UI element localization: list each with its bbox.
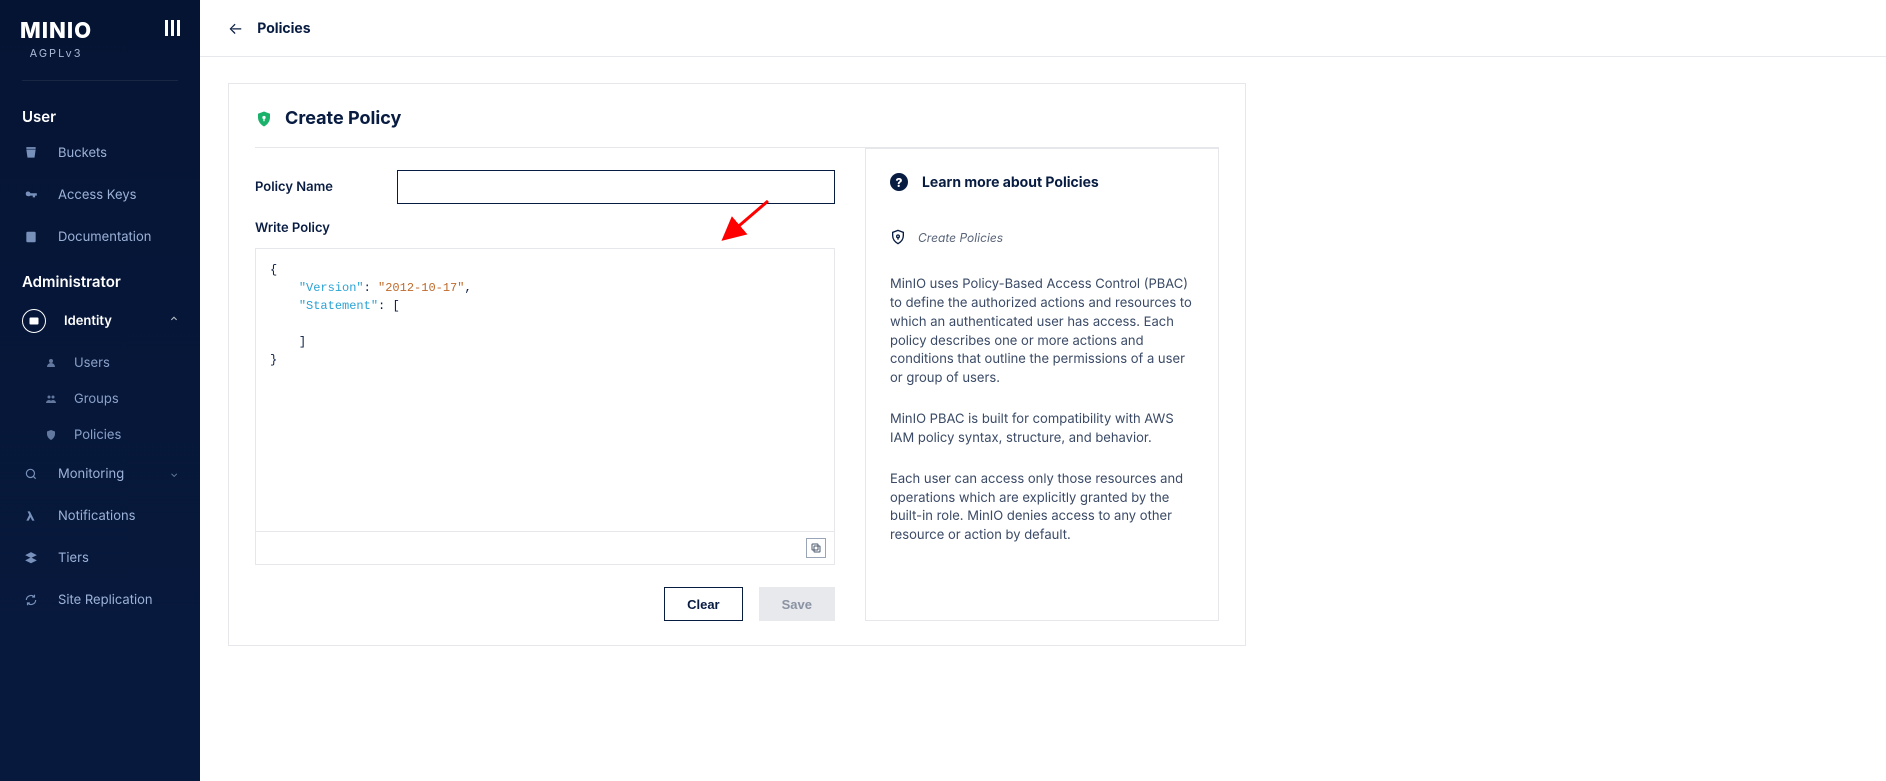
section-user-title: User [0,93,200,132]
sidebar-item-label: Notifications [58,508,136,524]
form-column: Policy Name Write Policy { "Version": "2… [255,148,835,621]
key-icon [22,186,40,204]
editor-toolbar [256,531,834,564]
user-icon [44,356,58,370]
brand: MINIO AGPLv3 [0,0,200,68]
help-icon: ? [890,173,908,191]
replication-icon [22,591,40,609]
page-title[interactable]: Policies [257,20,310,37]
sidebar-item-label: Documentation [58,229,151,245]
back-arrow-icon[interactable]: ← [228,18,243,38]
sidebar-sub-users[interactable]: Users [0,345,200,381]
sidebar-item-buckets[interactable]: Buckets [0,132,200,174]
create-policy-card: Create Policy Policy Name Write Policy {… [228,83,1246,646]
sidebar-item-label: Users [74,355,110,371]
sidebar-item-label: Tiers [58,550,89,566]
doc-icon [22,228,40,246]
brand-sub: AGPLv3 [30,46,83,60]
lambda-icon [22,507,40,525]
info-paragraph-3: Each user can access only those resource… [890,470,1194,545]
shield-sm-icon [44,428,58,442]
chevron-down-icon: ⌄ [170,468,178,480]
sidebar-item-documentation[interactable]: Documentation [0,216,200,258]
tiers-icon [22,549,40,567]
card-title: Create Policy [285,108,401,129]
policy-name-input[interactable] [397,170,835,204]
monitor-icon [22,465,40,483]
sidebar-item-tiers[interactable]: Tiers [0,537,200,579]
shield-outline-icon [890,229,906,245]
main: ← Policies Create Policy Policy Name Wri… [200,0,1886,781]
sidebar-item-monitoring[interactable]: Monitoring ⌄ [0,453,200,495]
create-policies-link[interactable]: Create Policies [918,230,1003,245]
policy-editor: { "Version": "2012-10-17", "Statement": … [255,248,835,565]
info-paragraph-1: MinIO uses Policy-Based Access Control (… [890,275,1194,388]
groups-icon [44,392,58,406]
card-header: Create Policy [255,108,1219,148]
sidebar-item-label: Site Replication [58,592,153,608]
sidebar: MINIO AGPLv3 User Buckets Access Keys Do… [0,0,200,781]
clear-button[interactable]: Clear [664,587,743,621]
sidebar-sub-policies[interactable]: Policies [0,417,200,453]
sidebar-item-site-replication[interactable]: Site Replication [0,579,200,621]
identity-icon [22,309,46,333]
menu-toggle-icon[interactable] [165,20,180,36]
info-title: Learn more about Policies [922,174,1099,191]
save-button[interactable]: Save [759,587,835,621]
sidebar-item-label: Monitoring [58,466,124,482]
bucket-icon [22,144,40,162]
write-policy-label: Write Policy [255,220,835,236]
shield-icon [255,110,273,128]
sidebar-item-access-keys[interactable]: Access Keys [0,174,200,216]
sidebar-item-label: Identity [64,313,112,329]
content: Create Policy Policy Name Write Policy {… [200,57,1886,672]
policy-name-label: Policy Name [255,179,397,195]
divider [22,80,178,81]
topbar: ← Policies [200,0,1886,57]
copy-button[interactable] [806,538,826,558]
section-admin-title: Administrator [0,258,200,297]
sidebar-item-label: Groups [74,391,119,407]
info-paragraph-2: MinIO PBAC is built for compatibility wi… [890,410,1194,448]
form-actions: Clear Save [255,587,835,621]
sidebar-item-label: Policies [74,427,121,443]
sidebar-item-identity[interactable]: Identity ⌃ [0,297,200,345]
sidebar-item-label: Access Keys [58,187,137,203]
sidebar-item-label: Buckets [58,145,107,161]
sidebar-sub-groups[interactable]: Groups [0,381,200,417]
policy-editor-text[interactable]: { "Version": "2012-10-17", "Statement": … [256,249,834,531]
brand-logo: MINIO [20,18,92,44]
sidebar-item-notifications[interactable]: Notifications [0,495,200,537]
chevron-up-icon: ⌃ [170,315,178,327]
info-panel: ? Learn more about Policies Create Polic… [865,148,1219,621]
